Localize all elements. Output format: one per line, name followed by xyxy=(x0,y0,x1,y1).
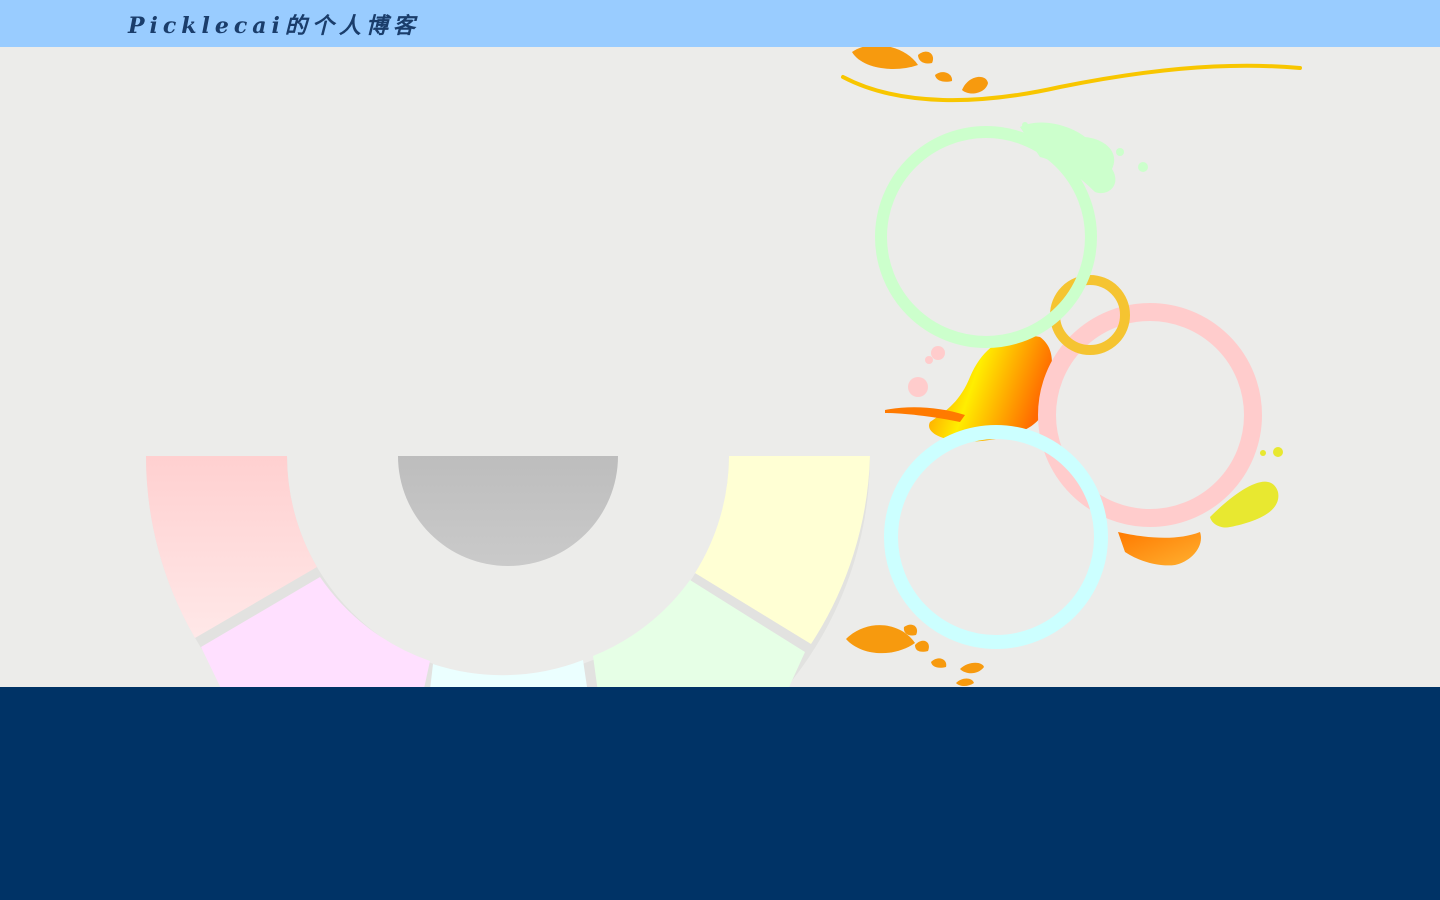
leaf-icon xyxy=(915,640,929,652)
leaf-icon xyxy=(962,76,988,94)
site-title[interactable]: Picklecai的个人博客 xyxy=(128,8,420,40)
color-wheel xyxy=(145,456,870,687)
ring-cyan xyxy=(884,425,1108,649)
site-footer xyxy=(0,687,1440,900)
leaf-icon xyxy=(935,72,953,82)
color-wheel-hub xyxy=(398,456,618,566)
ring-green xyxy=(875,126,1097,348)
site-header: Picklecai的个人博客 xyxy=(0,0,1440,47)
green-splat xyxy=(1020,122,1148,194)
color-wheel-segment-cyan xyxy=(430,660,588,687)
leaf-icon xyxy=(931,658,947,668)
swoosh xyxy=(841,63,1302,103)
leaf-icon xyxy=(960,662,984,674)
leaf-icon xyxy=(852,47,918,69)
floral-decoration xyxy=(841,47,1302,686)
banner-artwork xyxy=(145,47,1302,687)
leaf-icon xyxy=(956,678,974,686)
hero-banner xyxy=(0,47,1440,687)
leaves-top xyxy=(852,47,988,94)
leaf-icon xyxy=(918,51,934,64)
